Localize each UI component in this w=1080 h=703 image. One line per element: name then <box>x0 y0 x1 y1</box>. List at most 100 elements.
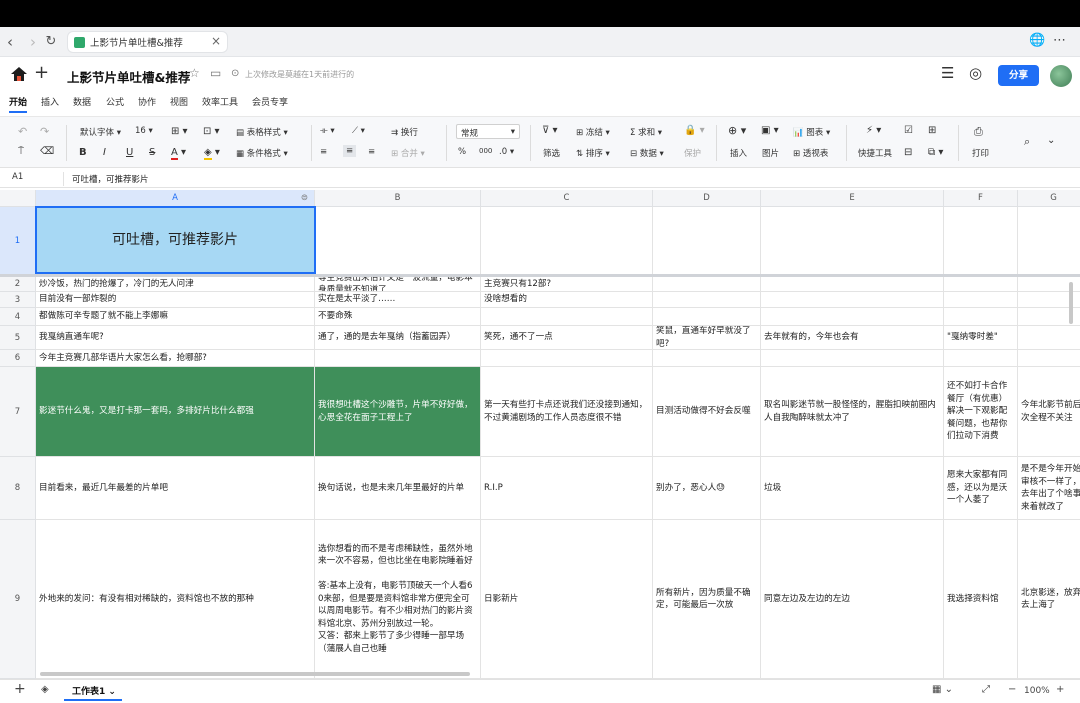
history-icon[interactable]: ◎ <box>969 64 982 82</box>
cell[interactable] <box>944 292 1018 308</box>
quick-tools-label[interactable]: 快捷工具 <box>858 147 892 159</box>
new-icon[interactable]: + <box>34 62 49 83</box>
sort-button[interactable]: ⇅ 排序 ▾ <box>576 147 610 159</box>
cell[interactable]: 不要命殊 <box>315 308 481 326</box>
zoom-out-icon[interactable]: − <box>1008 684 1016 695</box>
view-mode-icon[interactable]: ▦ ⌄ <box>932 684 953 695</box>
bold-button[interactable]: B <box>79 147 87 158</box>
search-icon[interactable]: ⌕ <box>1024 135 1030 149</box>
cell[interactable]: 今年北影节前后次全程不关注 <box>1018 367 1080 457</box>
sheet-list-icon[interactable]: ◈ <box>41 684 49 695</box>
align-left-icon[interactable]: ≡ <box>320 147 327 157</box>
thousands-button[interactable]: 000 <box>479 147 492 155</box>
row-header[interactable]: 4 <box>0 308 36 326</box>
star-icon[interactable]: ☆ <box>189 66 200 80</box>
back-icon[interactable]: ‹ <box>2 32 18 52</box>
filter-icon[interactable]: ⊽ ▾ <box>542 125 558 136</box>
cell[interactable]: 我很想吐槽这个沙雕节，片单不好好做，心思全花在面子工程上了 <box>315 367 481 457</box>
cell[interactable]: 影迷节什么鬼，又是打卡那一套吗，多排好片比什么都强 <box>36 367 315 457</box>
column-header-d[interactable]: D <box>653 190 761 207</box>
column-header-c[interactable]: C <box>481 190 653 207</box>
cell[interactable]: 可吐槽，可推荐影片 <box>36 207 315 275</box>
underline-button[interactable]: U <box>126 147 133 158</box>
freeze-button[interactable]: ⊞ 冻结 ▾ <box>576 126 610 138</box>
cell[interactable] <box>761 277 944 292</box>
cell[interactable]: 主竞赛只有12部? <box>481 277 653 292</box>
doc-title[interactable]: 上影节片单吐槽&推荐 <box>67 67 190 86</box>
cell[interactable]: 第一天有些打卡点还说我们还没接到通知，不过黄浦剧场的工作人员态度很不错 <box>481 367 653 457</box>
font-select[interactable]: 默认字体 ▾ <box>80 126 121 138</box>
row-header[interactable]: 2 <box>0 277 36 292</box>
checkbox-icon[interactable]: ☑ <box>904 125 913 136</box>
freeze-line[interactable] <box>0 274 1080 277</box>
avatar[interactable] <box>1050 65 1072 87</box>
align-right-icon[interactable]: ≡ <box>368 147 375 157</box>
cell[interactable] <box>653 350 761 367</box>
cell[interactable]: 去年就有的，今年也会有 <box>761 326 944 350</box>
copy-format-icon[interactable]: ⧉ ▾ <box>928 147 943 158</box>
cell[interactable]: 今年主竞赛几部华语片大家怎么看，抢哪部? <box>36 350 315 367</box>
cond-format-button[interactable]: ▦ 条件格式 ▾ <box>236 147 288 159</box>
close-icon[interactable]: × <box>211 34 221 48</box>
cell[interactable] <box>1018 350 1080 367</box>
menu-member[interactable]: 会员专享 <box>252 95 288 108</box>
cell[interactable] <box>653 308 761 326</box>
row-header[interactable]: 8 <box>0 457 36 520</box>
row-header[interactable]: 7 <box>0 367 36 457</box>
align-center-icon[interactable]: ≡ <box>343 145 357 157</box>
cell[interactable]: 目前看来，最近几年最差的片单吧 <box>36 457 315 520</box>
quick-tools-icon[interactable]: ⚡ ▾ <box>866 125 881 136</box>
cell[interactable]: 炒冷饭，热门的抢爆了，冷门的无人问津 <box>36 277 315 292</box>
border-icon[interactable]: ⊞ ▾ <box>171 126 188 137</box>
cell[interactable] <box>944 350 1018 367</box>
menu-collab[interactable]: 协作 <box>138 95 156 108</box>
italic-button[interactable]: I <box>103 147 106 158</box>
cell[interactable]: 愿来大家都有同感，还以为是沃一个人萎了 <box>944 457 1018 520</box>
chart-button[interactable]: 📊 图表 ▾ <box>793 126 830 138</box>
cell[interactable] <box>481 308 653 326</box>
column-header-e[interactable]: E <box>761 190 944 207</box>
calculator-icon[interactable]: ⊞ <box>928 125 936 136</box>
lock-icon[interactable]: 🔒 ▾ <box>684 125 705 136</box>
cell[interactable] <box>944 277 1018 292</box>
fill-color-button[interactable]: ◈ ▾ <box>204 147 220 160</box>
column-header-f[interactable]: F <box>944 190 1018 207</box>
cell-style-icon[interactable]: ⊡ ▾ <box>203 126 220 137</box>
menu-insert[interactable]: 插入 <box>41 95 59 108</box>
home-icon[interactable] <box>10 66 28 82</box>
menu-view[interactable]: 视图 <box>170 95 188 108</box>
cell[interactable]: 笑死，通不了一点 <box>481 326 653 350</box>
decimal-button[interactable]: .0 ▾ <box>499 147 514 157</box>
pivot-button[interactable]: ⊞ 透视表 <box>793 147 828 159</box>
browser-tab[interactable]: 上影节片单吐槽&推荐 × <box>67 31 228 53</box>
table-style-button[interactable]: ▤ 表格样式 ▾ <box>236 126 288 138</box>
cell[interactable]: 目前没有一部炸裂的 <box>36 292 315 308</box>
cell[interactable] <box>944 308 1018 326</box>
format-painter-icon[interactable]: ⍑ <box>18 146 24 157</box>
filter-label[interactable]: 筛选 <box>543 147 560 159</box>
zoom-in-icon[interactable]: + <box>1056 684 1064 695</box>
cell[interactable]: 取名叫影迷节就一股怪怪的，腥脂扣映前圈内人自我陶醉味就太冲了 <box>761 367 944 457</box>
insert-label[interactable]: 插入 <box>730 147 747 159</box>
wrap-button[interactable]: ⇉ 换行 <box>391 126 418 138</box>
more-icon[interactable]: ⋯ <box>1053 33 1066 48</box>
cell[interactable]: 还不如打卡合作餐厅（有优惠）解决一下观影配餐问题，也帮你们拉动下消费 <box>944 367 1018 457</box>
cell[interactable]: 等主竞赛出来估计又是一波流量，电影本身质量就不知道了 <box>315 277 481 292</box>
cell[interactable] <box>761 207 944 275</box>
cell[interactable]: 实在是太平淡了…… <box>315 292 481 308</box>
print-label[interactable]: 打印 <box>972 147 989 159</box>
text-rotate-icon[interactable]: ⟋ ▾ <box>352 126 365 136</box>
globe-icon[interactable]: 🌐 <box>1029 33 1045 48</box>
cell[interactable] <box>761 308 944 326</box>
row-header[interactable]: 9 <box>0 520 36 679</box>
protect-label[interactable]: 保护 <box>684 147 701 159</box>
formula-input[interactable]: 可吐槽，可推荐影片 <box>72 173 149 185</box>
row-header[interactable]: 1 <box>0 207 36 275</box>
cell[interactable]: 同意左边及左边的左边 <box>761 520 944 679</box>
data-button[interactable]: ⊟ 数据 ▾ <box>630 147 664 159</box>
cell[interactable]: 没啥想看的 <box>481 292 653 308</box>
collapse-icon[interactable]: ⌄ <box>1047 135 1055 146</box>
cell[interactable]: 北京影迷，放弃去上海了 <box>1018 520 1080 679</box>
cell[interactable]: 笑鼠，直通车好早就没了吧? <box>653 326 761 350</box>
image-icon[interactable]: ▣ ▾ <box>761 125 779 136</box>
